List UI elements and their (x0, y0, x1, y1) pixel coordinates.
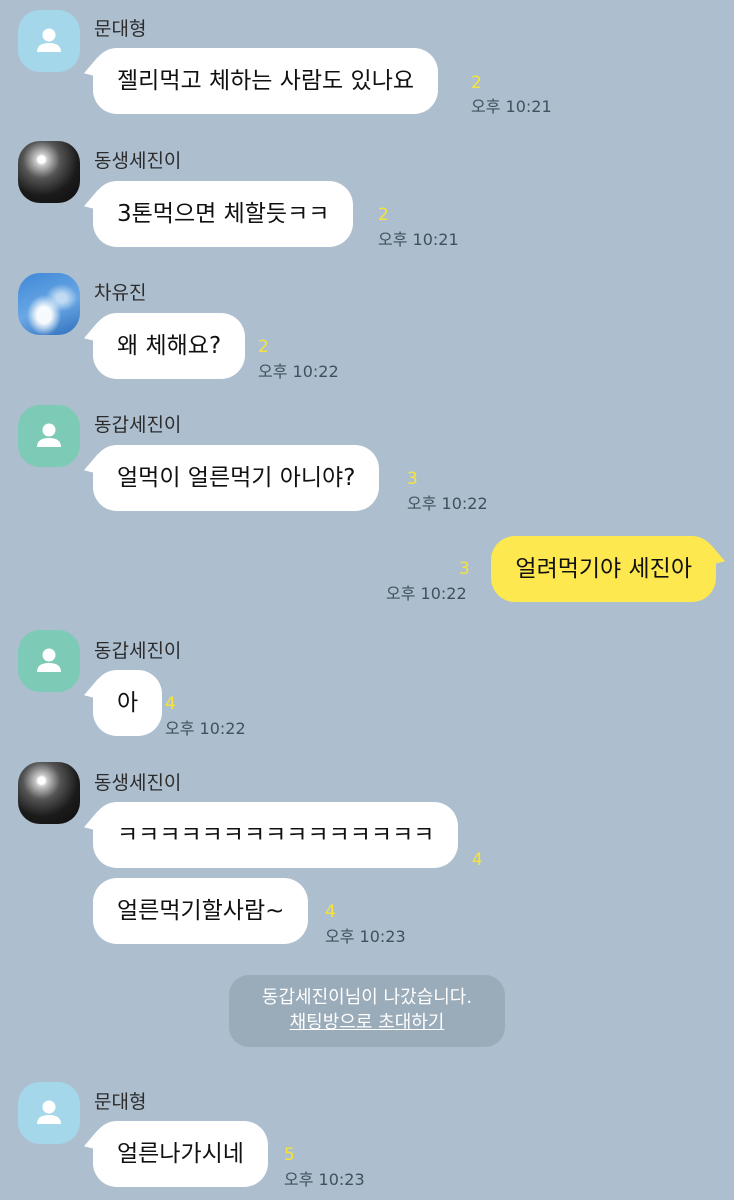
message-bubble[interactable]: 얼먹이 얼른먹기 아니야? (93, 445, 380, 511)
unread-count: 4 (472, 850, 483, 870)
message-bubble[interactable]: 왜 체해요? (93, 313, 246, 379)
sender-name: 동갑세진이 (94, 640, 182, 662)
sender-name: 차유진 (94, 282, 147, 304)
message-bubble[interactable]: 젤리먹고 체하는 사람도 있나요 (93, 48, 439, 114)
message-bubble[interactable]: 아 (93, 670, 163, 736)
avatar-mundaehyung[interactable] (18, 10, 80, 72)
system-notice: 동갑세진이님이 나갔습니다. 채팅방으로 초대하기 (229, 975, 505, 1047)
message-bubble[interactable]: 얼른나가시네 (93, 1121, 268, 1187)
person-icon (37, 28, 61, 52)
person-icon (37, 1100, 61, 1124)
sender-name: 동생세진이 (94, 150, 182, 172)
unread-count: 3 (459, 559, 470, 579)
sender-name: 문대형 (94, 18, 147, 40)
avatar-donggap-sejin[interactable] (18, 630, 80, 692)
message-time: 오후 10:22 (386, 584, 467, 603)
unread-count: 3 (407, 469, 418, 489)
message-bubble[interactable]: ㅋㅋㅋㅋㅋㅋㅋㅋㅋㅋㅋㅋㅋㅋㅋ (93, 802, 459, 868)
message-time: 오후 10:22 (407, 494, 488, 513)
avatar-mundaehyung[interactable] (18, 1082, 80, 1144)
unread-count: 4 (165, 694, 176, 714)
message-bubble[interactable]: 3톤먹으면 체할듯ㅋㅋ (93, 181, 354, 247)
message-time: 오후 10:21 (378, 230, 459, 249)
sender-name: 문대형 (94, 1091, 147, 1113)
sender-name: 동갑세진이 (94, 414, 182, 436)
message-bubble[interactable]: 얼른먹기할사람~ (93, 878, 309, 944)
avatar-dongsaeng-sejin[interactable] (18, 762, 80, 824)
message-time: 오후 10:22 (258, 362, 339, 381)
message-time: 오후 10:21 (471, 97, 552, 116)
unread-count: 4 (325, 902, 336, 922)
unread-count: 2 (378, 205, 389, 225)
message-time: 오후 10:22 (165, 719, 246, 738)
avatar-donggap-sejin[interactable] (18, 405, 80, 467)
message-time: 오후 10:23 (325, 927, 406, 946)
unread-count: 2 (471, 73, 482, 93)
my-message-bubble[interactable]: 얼려먹기야 세진아 (491, 536, 716, 602)
leave-notice-text: 동갑세진이님이 나갔습니다. (261, 987, 473, 1008)
sender-name: 동생세진이 (94, 772, 182, 794)
person-icon (37, 648, 61, 672)
avatar-chayujin[interactable] (18, 273, 80, 335)
person-icon (37, 423, 61, 447)
unread-count: 5 (284, 1145, 295, 1165)
unread-count: 2 (258, 337, 269, 357)
message-time: 오후 10:23 (284, 1170, 365, 1189)
invite-to-chat-link[interactable]: 채팅방으로 초대하기 (290, 1011, 445, 1035)
avatar-dongsaeng-sejin[interactable] (18, 141, 80, 203)
